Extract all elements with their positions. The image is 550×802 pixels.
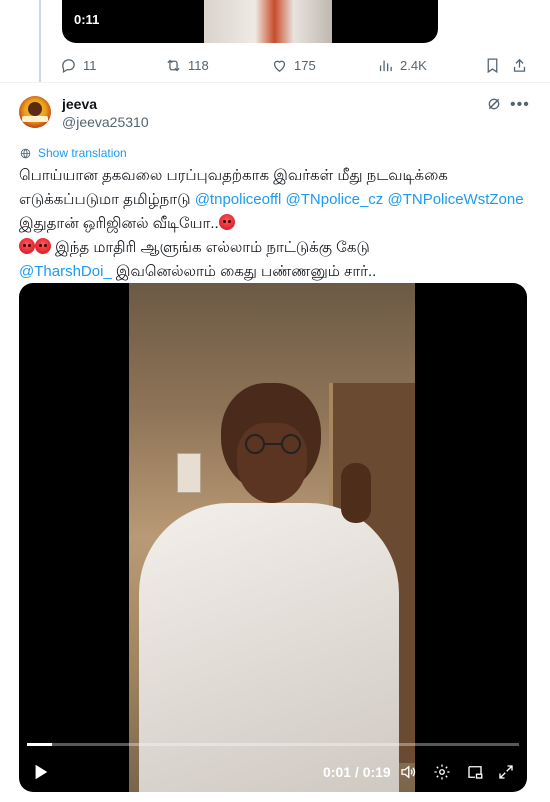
repost-count: 118 <box>188 57 209 73</box>
bookmark-icon <box>487 57 498 73</box>
post-text-part: இவனெல்லாம் கைது பண்ணனும் சார்.. <box>111 263 377 280</box>
post-text: பொய்யான தகவலை பரப்புவதற்காக இவர்கள் மீது… <box>19 164 529 284</box>
previous-post-actions: 11 118 175 2.4K <box>60 52 536 78</box>
globe-icon <box>20 148 31 158</box>
play-button[interactable] <box>31 763 49 786</box>
play-icon <box>35 764 48 780</box>
video-progress-fill <box>27 743 52 746</box>
post-divider <box>0 82 550 83</box>
reply-button[interactable]: 11 <box>60 57 97 74</box>
mention-link[interactable]: @TNPoliceWstZone <box>387 191 523 208</box>
video-time: 0:01 / 0:19 <box>323 764 391 780</box>
author-handle[interactable]: @jeeva25310 <box>62 114 149 130</box>
settings-icon <box>434 764 450 780</box>
fullscreen-button[interactable] <box>497 763 515 786</box>
author-name[interactable]: jeeva <box>62 96 97 112</box>
post-text-part: இந்த மாதிரி ஆளுங்க எல்லாம் நாட்டுக்கு கே… <box>51 239 370 256</box>
pip-icon <box>468 766 483 779</box>
thread-connector-line <box>39 0 41 82</box>
video-frame <box>129 283 415 792</box>
avatar-band <box>22 116 48 122</box>
like-button[interactable]: 175 <box>271 57 316 74</box>
reply-icon <box>62 58 75 73</box>
avatar-figure <box>28 102 42 116</box>
volume-icon <box>401 765 416 779</box>
video-controls: 0:01 / 0:19 <box>19 757 527 787</box>
volume-button[interactable] <box>399 763 417 786</box>
video-progress-bar[interactable] <box>27 743 519 746</box>
views-icon <box>379 60 392 71</box>
previous-video-thumbnail <box>204 0 332 43</box>
grok-icon[interactable] <box>486 96 502 112</box>
avatar[interactable] <box>19 96 51 128</box>
share-icon <box>513 58 526 72</box>
video-background-switch <box>177 453 201 493</box>
mention-link[interactable]: @TNpolice_cz <box>286 191 384 208</box>
pip-button[interactable] <box>466 763 484 786</box>
show-translation-label: Show translation <box>38 146 127 160</box>
mention-link[interactable]: @TharshDoi_ <box>19 263 112 280</box>
share-button[interactable] <box>511 57 528 74</box>
settings-button[interactable] <box>433 763 451 786</box>
show-translation-link[interactable]: Show translation <box>19 146 127 160</box>
angry-face-icon <box>19 238 35 254</box>
like-count: 175 <box>294 57 316 73</box>
bookmark-button[interactable] <box>484 57 501 74</box>
views-button[interactable]: 2.4K <box>377 57 427 74</box>
repost-icon <box>167 59 180 71</box>
previous-video-duration: 0:11 <box>74 12 100 27</box>
previous-post-video[interactable]: 0:11 <box>62 0 438 43</box>
mention-link[interactable]: @tnpoliceoffl <box>195 191 282 208</box>
video-person-shirt <box>139 503 399 792</box>
angry-face-icon <box>218 214 235 230</box>
video-person-hand <box>341 463 371 523</box>
like-icon <box>273 60 286 72</box>
fullscreen-icon <box>499 765 513 779</box>
repost-button[interactable]: 118 <box>165 57 209 74</box>
video-player[interactable]: 0:01 / 0:19 <box>19 283 527 792</box>
views-count: 2.4K <box>400 57 427 73</box>
post-text-part: இதுதான் ஒரிஜினல் வீடியோ.. <box>19 215 219 232</box>
angry-face-icon <box>35 238 51 254</box>
more-icon[interactable]: ••• <box>510 96 530 114</box>
video-person-glasses <box>245 434 301 454</box>
reply-count: 11 <box>83 57 97 73</box>
